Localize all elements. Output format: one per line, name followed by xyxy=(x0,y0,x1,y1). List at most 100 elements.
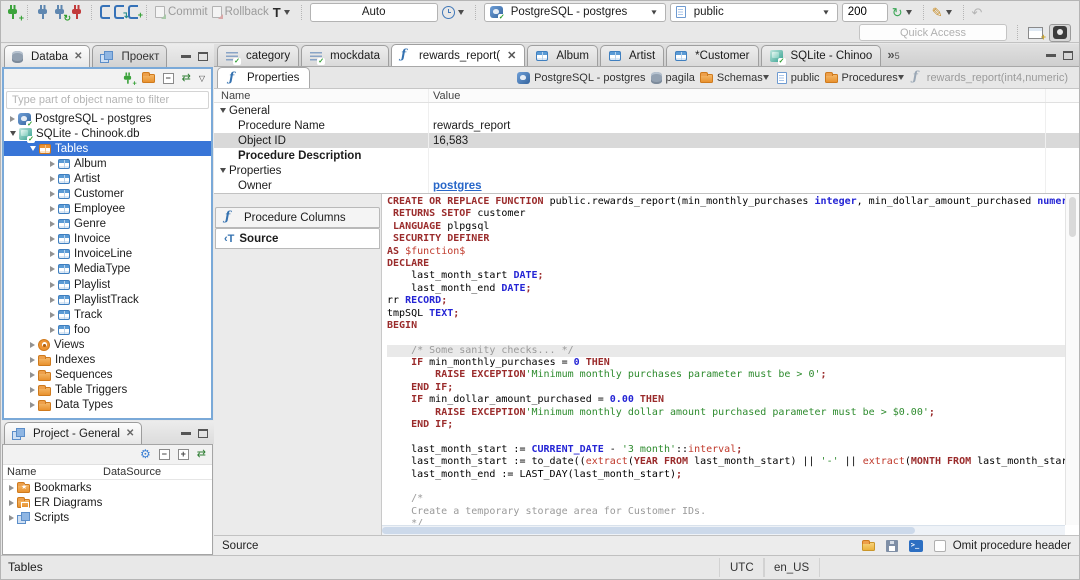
fetch-size-input[interactable] xyxy=(841,2,888,22)
disconnect-icon[interactable] xyxy=(70,4,83,20)
tree-item-genre[interactable]: Genre xyxy=(4,217,211,232)
collapse-all-icon[interactable]: − xyxy=(158,449,170,460)
project-item-er-diagrams[interactable]: ER Diagrams xyxy=(3,495,212,510)
tree-item-employee[interactable]: Employee xyxy=(4,202,211,217)
chevron-right-icon[interactable] xyxy=(50,266,55,273)
edit-button[interactable]: ✎ xyxy=(932,6,955,19)
maximize-icon[interactable] xyxy=(198,429,208,438)
chevron-right-icon[interactable] xyxy=(30,341,35,348)
tab-overflow-indicator[interactable]: »5 xyxy=(887,47,899,62)
expand-all-icon[interactable]: + xyxy=(177,449,189,460)
tree-item-sqlite-chinook-db[interactable]: SQLite - Chinook.db xyxy=(4,126,211,143)
maximize-icon[interactable] xyxy=(1063,51,1073,60)
tree-item-album[interactable]: Album xyxy=(4,156,211,171)
new-connection-icon[interactable]: + xyxy=(121,72,136,87)
chevron-right-icon[interactable] xyxy=(30,372,35,379)
property-row-procedure-description[interactable]: Procedure Description xyxy=(214,148,1079,163)
project-item-bookmarks[interactable]: Bookmarks xyxy=(3,480,212,495)
breadcrumb-item-postgresql-postgres[interactable]: PostgreSQL - postgres xyxy=(517,71,646,84)
new-sql-editor-icon[interactable]: + xyxy=(128,5,143,20)
chevron-right-icon[interactable] xyxy=(50,191,55,198)
chevron-right-icon[interactable] xyxy=(9,499,14,506)
chevron-right-icon[interactable] xyxy=(9,514,14,521)
chevron-right-icon[interactable] xyxy=(50,160,55,167)
load-from-file-icon[interactable] xyxy=(861,540,875,551)
commit-mode-combo[interactable]: Auto xyxy=(309,2,438,22)
chevron-right-icon[interactable] xyxy=(50,206,55,213)
side-tab-source[interactable]: ‹T Source xyxy=(215,228,380,249)
chevron-right-icon[interactable] xyxy=(50,236,55,243)
tree-item-track[interactable]: Track xyxy=(4,307,211,322)
chevron-down-icon[interactable] xyxy=(220,108,226,113)
tree-item-foo[interactable]: foo xyxy=(4,322,211,337)
chevron-down-icon[interactable] xyxy=(762,75,769,80)
view-menu-icon[interactable]: ▽ xyxy=(199,74,205,83)
link-with-editor-icon[interactable]: ⇄ xyxy=(182,72,191,85)
editor-tab-mockdata[interactable]: mockdata xyxy=(301,45,389,66)
chevron-down-icon[interactable] xyxy=(30,146,36,152)
editor-tab-category[interactable]: category xyxy=(217,45,300,66)
tab-project-general[interactable]: Project - General ✕ xyxy=(4,422,143,444)
horizontal-scrollbar[interactable] xyxy=(382,525,1065,535)
editor-tab-album[interactable]: Album xyxy=(527,45,598,66)
navigator-filter-input[interactable] xyxy=(6,91,209,109)
quick-access-input[interactable] xyxy=(859,24,1007,41)
new-folder-icon[interactable] xyxy=(141,72,155,83)
sync-button[interactable]: ↻ xyxy=(892,6,915,19)
chevron-right-icon[interactable] xyxy=(50,175,55,182)
chevron-right-icon[interactable] xyxy=(50,251,55,258)
close-icon[interactable]: ✕ xyxy=(74,51,82,62)
tree-item-invoice[interactable]: Invoice xyxy=(4,232,211,247)
tree-item-indexes[interactable]: Indexes xyxy=(4,353,211,368)
side-tab-procedure-columns[interactable]: Procedure Columns xyxy=(215,207,380,228)
open-in-sql-console-icon[interactable] xyxy=(908,539,923,552)
maximize-icon[interactable] xyxy=(198,52,208,61)
vertical-scrollbar[interactable] xyxy=(1065,194,1079,525)
tree-item-postgresql-postgres[interactable]: PostgreSQL - postgres xyxy=(4,111,211,128)
chevron-down-icon[interactable] xyxy=(897,75,904,80)
recent-sql-editor-icon[interactable]: ↴ xyxy=(114,5,129,20)
editor-tab-customer[interactable]: *Customer xyxy=(666,45,759,66)
property-row-procedure-name[interactable]: Procedure Name rewards_report xyxy=(214,118,1079,133)
transaction-history-button[interactable] xyxy=(441,5,467,19)
locale-indicator[interactable]: en_US xyxy=(763,558,821,577)
breadcrumb-item-pagila[interactable]: pagila xyxy=(650,71,695,84)
tree-item-tables[interactable]: Tables xyxy=(4,141,211,157)
minimize-icon[interactable] xyxy=(1046,54,1056,57)
chevron-right-icon[interactable] xyxy=(30,402,35,409)
omit-procedure-header-checkbox[interactable] xyxy=(933,539,946,552)
timezone-indicator[interactable]: UTC xyxy=(719,558,765,577)
tree-item-playlisttrack[interactable]: PlaylistTrack xyxy=(4,292,211,307)
tab-properties[interactable]: Properties xyxy=(217,67,311,88)
column-name[interactable]: Name xyxy=(3,466,103,478)
save-to-file-icon[interactable] xyxy=(885,539,898,552)
new-connection-icon[interactable]: + xyxy=(6,4,24,22)
close-icon[interactable]: ✕ xyxy=(126,428,134,439)
property-value[interactable]: postgres xyxy=(433,180,482,192)
tree-item-views[interactable]: Views xyxy=(4,337,211,352)
source-editor[interactable]: CREATE OR REPLACE FUNCTION public.reward… xyxy=(381,194,1079,535)
connect-icon[interactable] xyxy=(36,4,49,20)
minimize-icon[interactable] xyxy=(181,432,191,435)
minimize-icon[interactable] xyxy=(181,55,191,58)
chevron-right-icon[interactable] xyxy=(50,326,55,333)
property-row-owner[interactable]: Owner postgres xyxy=(214,178,1079,193)
undo-icon[interactable]: ↶ xyxy=(972,6,983,19)
tree-item-sequences[interactable]: Sequences xyxy=(4,368,211,383)
property-row-object-id[interactable]: Object ID 16,583 xyxy=(214,133,1079,148)
chevron-right-icon[interactable] xyxy=(50,221,55,228)
source-code[interactable]: CREATE OR REPLACE FUNCTION public.reward… xyxy=(382,196,1065,525)
dbeaver-perspective-button[interactable] xyxy=(1049,23,1071,42)
column-value[interactable]: Value xyxy=(429,89,1046,102)
tree-item-mediatype[interactable]: MediaType xyxy=(4,262,211,277)
chevron-right-icon[interactable] xyxy=(10,115,15,122)
tree-item-data-types[interactable]: Data Types xyxy=(4,398,211,413)
breadcrumb-item-schemas[interactable]: Schemas xyxy=(699,72,772,84)
sql-editor-icon[interactable] xyxy=(100,5,110,19)
rollback-button[interactable]: Rollback xyxy=(211,6,269,19)
project-item-scripts[interactable]: Scripts xyxy=(3,510,212,525)
column-datasource[interactable]: DataSource xyxy=(103,466,161,478)
tree-item-table-triggers[interactable]: Table Triggers xyxy=(4,383,211,398)
editor-tab-rewards-report[interactable]: rewards_report(✕ xyxy=(390,44,526,66)
breadcrumb-item-public[interactable]: public xyxy=(776,71,820,84)
